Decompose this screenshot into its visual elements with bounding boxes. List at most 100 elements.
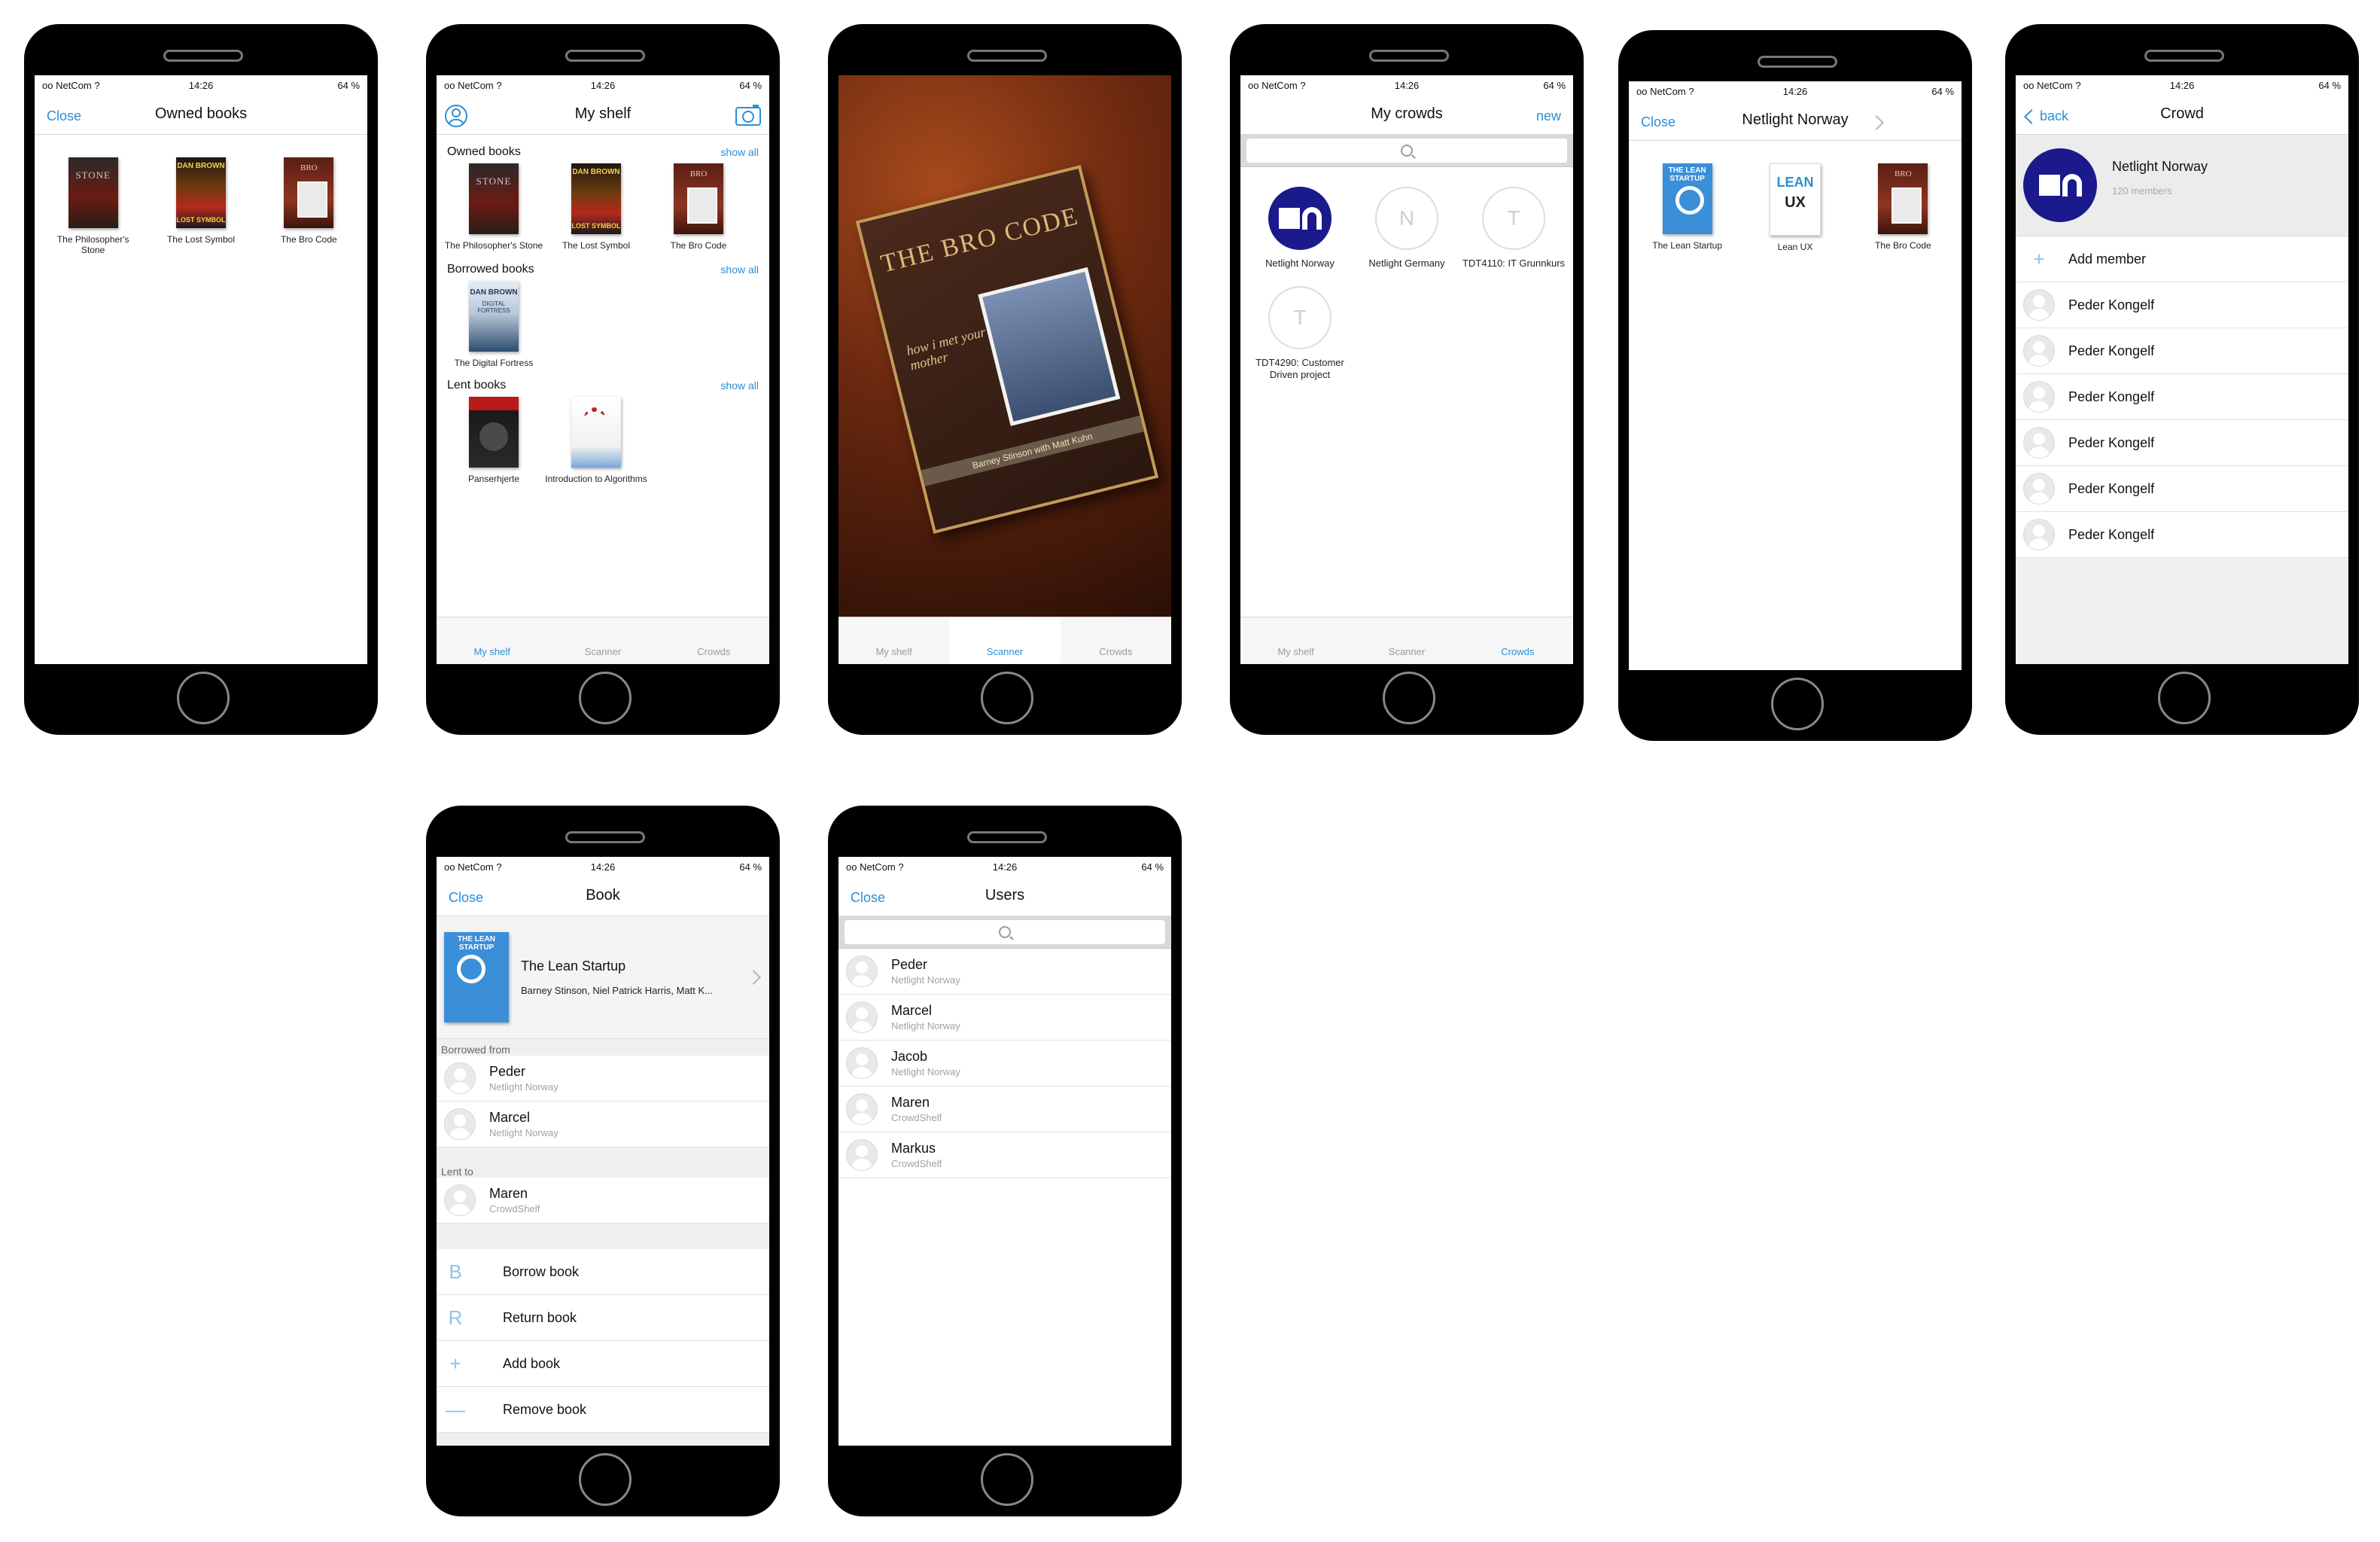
section-title: Lent books [447,379,507,392]
tab-crowds[interactable]: Crowds [659,617,769,664]
list-item[interactable]: Maren CrowdShelf [838,1086,1171,1132]
home-button[interactable] [1383,672,1435,724]
show-all-link[interactable]: show all [720,264,759,276]
list-item[interactable]: Jacob Netlight Norway [838,1041,1171,1086]
search-icon [1401,145,1413,157]
crowd-item[interactable]: T TDT4110: IT Grunnkurs [1460,187,1567,270]
phone-crowd: oo NetCom ? 14:26 64 % back Crowd Netlig… [2005,24,2359,735]
book-cover [1662,163,1712,234]
book-header[interactable]: The Lean Startup Barney Stinson, Niel Pa… [437,916,769,1039]
search-input[interactable] [1246,139,1567,163]
person-crowd: Netlight Norway [891,1020,960,1032]
list-item[interactable]: Maren CrowdShelf [437,1178,769,1224]
phone-book: oo NetCom ? 14:26 64 % Close Book The Le… [426,806,780,1516]
list-item[interactable]: Peder Kongelf [2016,328,2348,374]
home-button[interactable] [177,672,230,724]
nav-bar: My crowds new [1240,95,1573,134]
home-button[interactable] [981,672,1033,724]
status-time: 14:26 [590,79,616,91]
screen: THE BRO CODE how i met your mother Barne… [838,75,1171,664]
search-input[interactable] [845,920,1165,944]
minus-icon: — [446,1397,465,1421]
status-battery: 64 % [337,79,361,91]
status-time: 14:26 [1782,85,1808,97]
crowd-grid: Netlight Norway N Netlight Germany T TDT… [1240,167,1573,398]
person-name: Jacob [891,1049,928,1064]
show-all-link[interactable]: show all [720,146,759,158]
list-item[interactable]: Peder Netlight Norway [838,949,1171,995]
book-cover [68,157,118,228]
tab-scanner[interactable]: Scanner [1351,617,1462,664]
member-name: Peder Kongelf [2068,434,2155,450]
book-cover [674,163,723,234]
status-time: 14:26 [1394,79,1420,91]
phone-my-crowds: oo NetCom ? 14:26 64 % My crowds new Net… [1230,24,1584,735]
remove-book-button[interactable]: — Remove book [437,1387,769,1433]
book-item[interactable]: The Bro Code [263,157,354,255]
return-book-button[interactable]: R Return book [437,1295,769,1341]
add-book-button[interactable]: + Add book [437,1341,769,1387]
screen: oo NetCom ? 14:26 64 % back Crowd Netlig… [2016,75,2348,664]
list-item[interactable]: Peder Kongelf [2016,466,2348,512]
list-item[interactable]: Peder Kongelf [2016,512,2348,558]
page-title[interactable]: Netlight Norway [1629,111,1962,129]
borrow-book-button[interactable]: B Borrow book [437,1249,769,1295]
nav-bar: back Crowd [2016,95,2348,135]
screen: oo NetCom ? 14:26 64 % Close Users Peder… [838,857,1171,1446]
book-item[interactable]: The Bro Code [1858,163,1948,252]
list-item[interactable]: Peder Kongelf [2016,420,2348,466]
tab-crowds[interactable]: Crowds [1061,617,1171,664]
list-item[interactable]: Peder Kongelf [2016,282,2348,328]
camera-icon[interactable] [735,104,762,126]
tab-my-shelf[interactable]: My shelf [838,617,949,664]
list-item[interactable]: Marcel Netlight Norway [838,995,1171,1041]
crowd-item[interactable]: N Netlight Germany [1353,187,1460,270]
crowd-initial-avatar: T [1268,286,1332,349]
crowd-item[interactable]: Netlight Norway [1246,187,1353,270]
status-battery: 64 % [1931,85,1955,97]
book-grid: The Philosopher's Stone The Lost Symbol … [437,163,769,251]
book-item[interactable]: The Lean Startup [1642,163,1733,252]
camera-view[interactable]: THE BRO CODE how i met your mother Barne… [838,75,1171,617]
crowd-item[interactable]: T TDT4290: Customer Driven project [1246,286,1353,381]
book-item[interactable]: Lean UX [1750,163,1840,252]
tab-scanner[interactable]: Scanner [949,617,1061,664]
list-item[interactable]: Peder Netlight Norway [437,1056,769,1102]
speaker [1369,50,1449,62]
book-item[interactable]: Introduction to Algorithms [545,397,647,484]
book-item[interactable]: The Lost Symbol [545,163,647,251]
person-name: Peder [489,1064,526,1079]
tab-scanner[interactable]: Scanner [547,617,658,664]
borrow-icon: B [449,1260,462,1283]
book-item[interactable]: The Philosopher's Stone [48,157,138,255]
status-battery: 64 % [2318,79,2342,91]
member-name: Peder Kongelf [2068,480,2155,496]
new-crowd-button[interactable]: new [1536,108,1561,124]
book-item[interactable]: The Philosopher's Stone [443,163,545,251]
status-time: 14:26 [590,861,616,873]
status-bar: oo NetCom ? 14:26 64 % [437,857,769,876]
tab-bar: My shelf Scanner Crowds [1240,617,1573,664]
home-button[interactable] [2158,672,2211,724]
home-button[interactable] [981,1453,1033,1506]
home-button[interactable] [579,1453,632,1506]
book-cover [1769,163,1821,236]
home-button[interactable] [579,672,632,724]
tab-my-shelf[interactable]: My shelf [437,617,547,664]
person-name: Marcel [489,1110,531,1125]
show-all-link[interactable]: show all [720,379,759,392]
list-item[interactable]: Markus CrowdShelf [838,1132,1171,1178]
list-item[interactable]: Marcel Netlight Norway [437,1102,769,1147]
book-item[interactable]: Panserhjerte [443,397,545,484]
tab-crowds[interactable]: Crowds [1462,617,1573,664]
list-item[interactable]: Peder Kongelf [2016,374,2348,420]
add-member-row[interactable]: + Add member [2016,236,2348,282]
tab-my-shelf[interactable]: My shelf [1240,617,1351,664]
status-bar: oo NetCom ? 14:26 64 % [2016,75,2348,95]
scanned-book-cover: THE BRO CODE how i met your mother Barne… [855,165,1159,534]
home-button[interactable] [1771,678,1824,730]
book-item[interactable]: The Digital Fortress [443,281,545,368]
book-item[interactable]: The Lost Symbol [156,157,246,255]
screen: oo NetCom ? 14:26 64 % My crowds new Net… [1240,75,1573,664]
book-item[interactable]: The Bro Code [647,163,750,251]
